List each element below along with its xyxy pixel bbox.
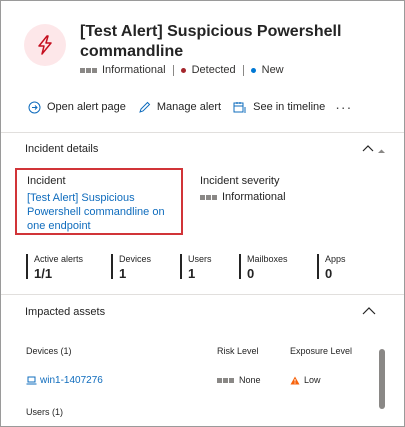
laptop-icon — [26, 376, 37, 385]
severity-text: Informational — [102, 64, 166, 76]
impacted-assets-heading: Impacted assets — [25, 306, 106, 318]
separator — [242, 64, 244, 76]
manage-alert-label: Manage alert — [156, 101, 222, 113]
new-dot-icon — [250, 67, 256, 73]
collapse-chevron-up-icon[interactable] — [362, 143, 388, 155]
stat-label: Devices — [119, 254, 152, 264]
stat-label: Mailboxes — [247, 254, 288, 264]
alert-lightning-icon — [24, 24, 66, 66]
divider — [1, 294, 404, 295]
incident-severity-text: Informational — [222, 191, 286, 203]
pencil-icon — [139, 101, 151, 113]
stat-devices: Devices 1 — [111, 254, 152, 281]
incident-severity-value: Informational — [200, 191, 286, 203]
devices-column-header: Devices (1) — [26, 346, 72, 356]
warning-icon — [290, 376, 300, 384]
incident-highlight-box: Incident [Test Alert] Suspicious Powersh… — [15, 168, 183, 235]
stat-mailboxes: Mailboxes 0 — [239, 254, 288, 281]
state-text: New — [261, 64, 284, 76]
exposure-level-text: Low — [304, 375, 321, 385]
alert-title: [Test Alert] Suspicious Powershell comma… — [80, 23, 342, 60]
open-alert-page-button[interactable]: Open alert page — [28, 101, 126, 114]
severity-bars-icon — [80, 67, 97, 73]
open-arrow-icon — [28, 101, 41, 113]
device-risk-level: None — [217, 375, 261, 385]
exposure-level-column-header[interactable]: Exposure Level — [290, 346, 352, 356]
risk-level-column-header[interactable]: Risk Level — [217, 346, 259, 356]
manage-alert-button[interactable]: Manage alert — [138, 101, 221, 114]
stat-value: 1 — [119, 266, 127, 281]
device-exposure-level: Low — [290, 375, 321, 385]
severity-bars-icon — [200, 194, 217, 200]
stat-value: 0 — [247, 266, 255, 281]
open-alert-page-label: Open alert page — [47, 101, 126, 113]
stat-label: Apps — [325, 254, 346, 264]
users-section-label: Users (1) — [26, 407, 64, 417]
scrollbar-thumb[interactable] — [379, 349, 385, 409]
incident-severity-label: Incident severity — [200, 175, 280, 187]
risk-bars-icon — [217, 377, 234, 383]
separator — [172, 64, 174, 76]
alert-meta-row: Informational Detected New — [80, 63, 284, 77]
timeline-icon — [233, 101, 247, 112]
status-text: Detected — [191, 64, 236, 76]
see-in-timeline-button[interactable]: See in timeline — [233, 101, 325, 114]
risk-level-text: None — [239, 375, 261, 385]
stat-active-alerts: Active alerts 1/1 — [26, 254, 84, 281]
incident-link[interactable]: [Test Alert] Suspicious Powershell comma… — [27, 191, 183, 233]
stat-apps: Apps 0 — [317, 254, 346, 281]
stat-value: 0 — [325, 266, 333, 281]
action-bar: Open alert page Manage alert See in time… — [28, 98, 352, 116]
collapse-chevron-up-icon[interactable] — [362, 306, 376, 316]
more-options-button[interactable]: ··· — [335, 99, 352, 115]
detected-dot-icon — [180, 67, 186, 73]
alert-details-panel: [Test Alert] Suspicious Powershell comma… — [0, 0, 405, 427]
stat-label: Active alerts — [34, 254, 84, 264]
incident-label: Incident — [27, 175, 66, 187]
incident-details-heading: Incident details — [25, 143, 99, 155]
device-link[interactable]: win1-1407276 — [26, 375, 103, 386]
divider — [1, 132, 404, 133]
stat-value: 1/1 — [34, 266, 53, 281]
stat-value: 1 — [188, 266, 196, 281]
see-in-timeline-label: See in timeline — [253, 101, 326, 113]
device-name: win1-1407276 — [40, 375, 103, 386]
stat-users: Users 1 — [180, 254, 212, 281]
stat-label: Users — [188, 254, 212, 264]
